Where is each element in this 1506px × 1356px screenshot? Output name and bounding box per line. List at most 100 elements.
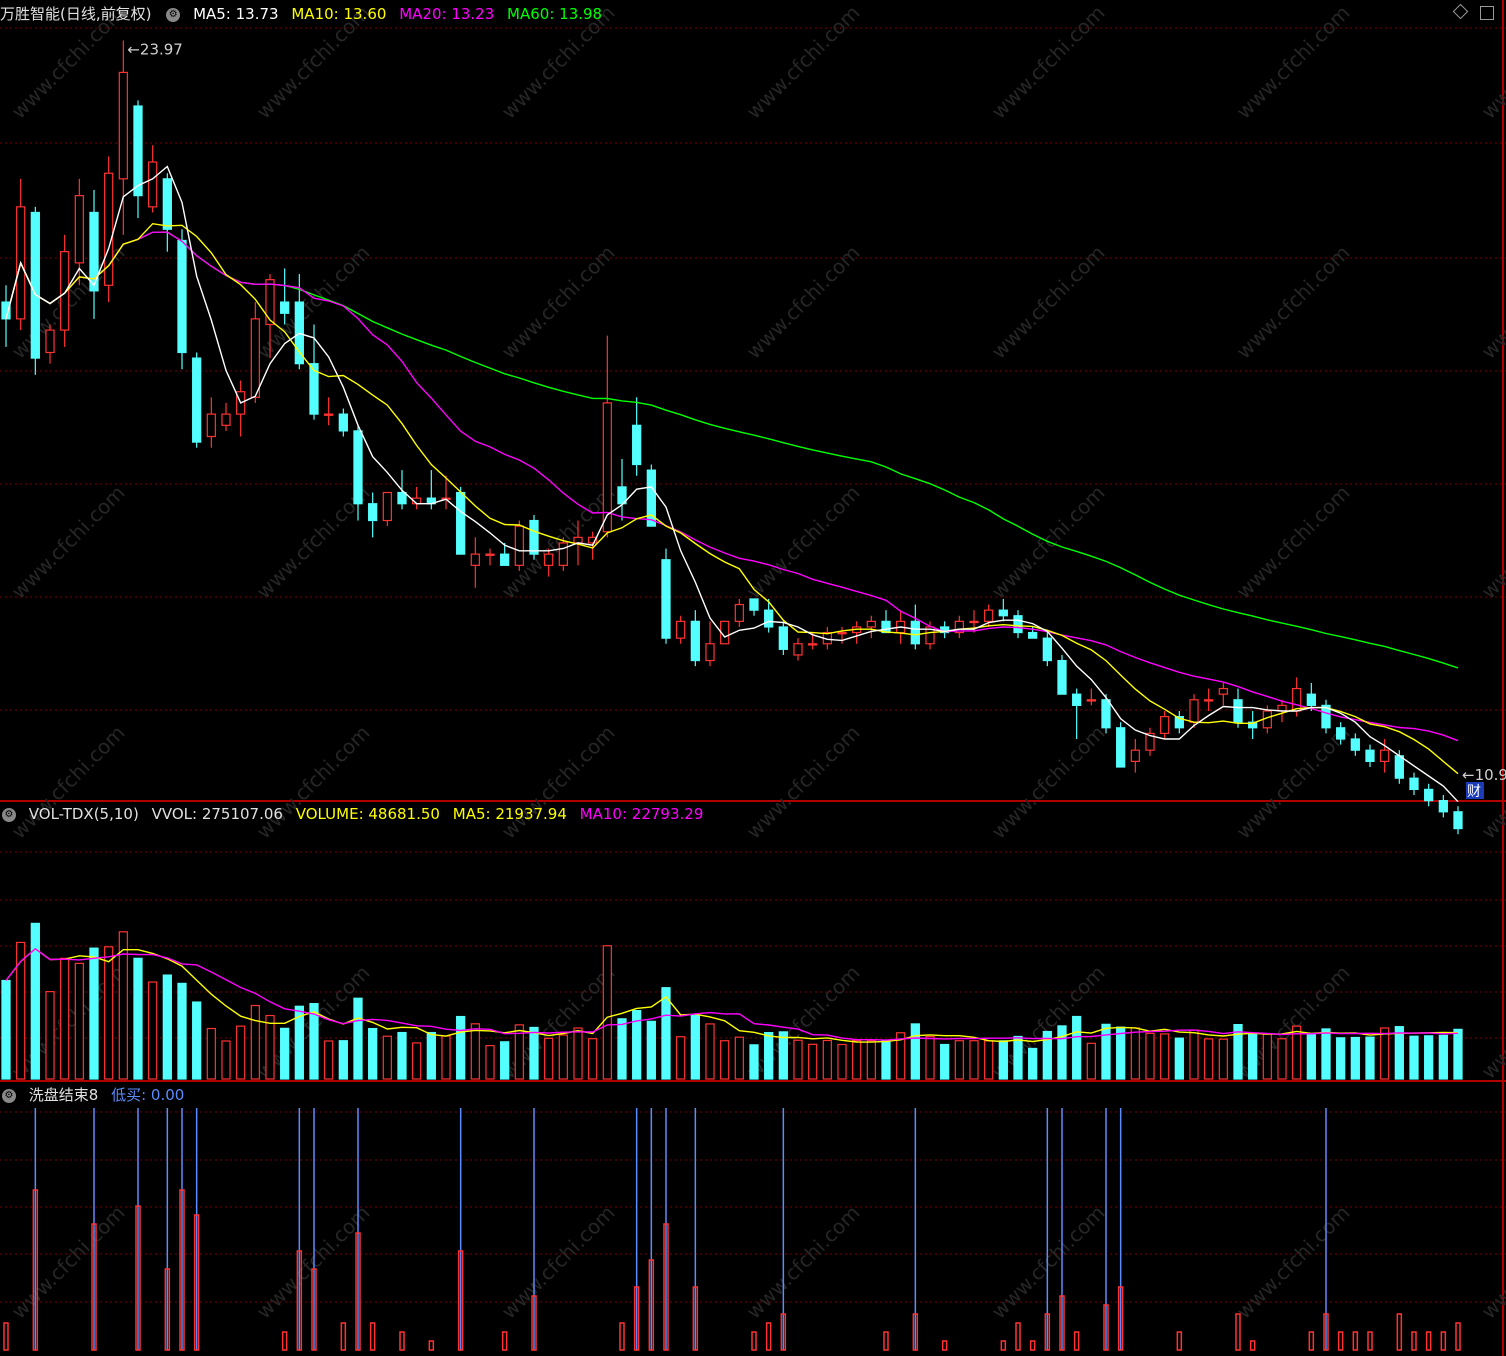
candle-body bbox=[749, 598, 759, 611]
volume-bar bbox=[30, 922, 40, 1080]
volume-bar bbox=[1424, 1035, 1434, 1080]
indicator-bar bbox=[1337, 1331, 1344, 1351]
volume-bar bbox=[866, 1040, 876, 1080]
volume-bar bbox=[1262, 1033, 1272, 1080]
legend-ma10: MA10: 13.60 bbox=[291, 5, 387, 23]
volume-bar bbox=[720, 1040, 730, 1080]
volume-bar bbox=[104, 946, 114, 1080]
volume-bar bbox=[1160, 1033, 1170, 1080]
indicator-bar bbox=[3, 1322, 9, 1351]
indicator-settings-icon[interactable]: ⚙ bbox=[2, 1088, 16, 1103]
volume-bar bbox=[456, 1015, 466, 1080]
candle-body bbox=[910, 620, 920, 645]
volume-bar bbox=[1409, 1035, 1419, 1080]
indicator-bar bbox=[941, 1340, 948, 1351]
indicator-bar bbox=[1411, 1331, 1417, 1351]
settings-icon[interactable]: ⚙ bbox=[166, 7, 181, 22]
candle-body bbox=[778, 626, 788, 650]
watermark-text: www.cfchi.com bbox=[742, 1201, 865, 1324]
indicator-bar bbox=[1440, 1331, 1447, 1351]
indicator-legend: ⚙ 洗盘结束8 低买: 0.00 bbox=[0, 1084, 192, 1106]
volume-bar bbox=[1350, 1036, 1360, 1080]
legend-ma5: MA5: 13.73 bbox=[193, 5, 279, 23]
candle-body bbox=[382, 491, 392, 522]
candle-body bbox=[265, 279, 275, 326]
watermark-text: www.cfchi.com bbox=[742, 481, 865, 604]
volume-bar bbox=[544, 1037, 554, 1080]
volume-bar bbox=[998, 1040, 1008, 1080]
candle-body bbox=[808, 643, 818, 646]
stock-chart[interactable]: www.cfchi.com www.cfchi.com www.cfchi.com w… bbox=[0, 0, 1506, 1356]
watermark-text: www.cfchi.com bbox=[1232, 1, 1355, 124]
volume-bar bbox=[822, 1039, 832, 1080]
volume-bar bbox=[1380, 1027, 1390, 1080]
candle-body bbox=[558, 542, 568, 566]
candle-body bbox=[368, 503, 378, 522]
volume-bar bbox=[1189, 1029, 1199, 1080]
volume-bar bbox=[1277, 1038, 1287, 1080]
candle-body bbox=[529, 519, 539, 555]
indicator-bar bbox=[883, 1331, 889, 1351]
candle-body bbox=[177, 239, 187, 354]
candle-body bbox=[1306, 693, 1316, 706]
volume-bar bbox=[558, 1034, 568, 1080]
indicator-bar bbox=[619, 1322, 625, 1351]
volume-bar bbox=[1028, 1047, 1038, 1080]
volume-bar bbox=[89, 947, 99, 1080]
volume-indicator-name: VOL-TDX(5,10) bbox=[28, 805, 139, 823]
candle-body bbox=[45, 329, 55, 354]
volume-bar bbox=[1438, 1034, 1448, 1080]
candle-body bbox=[1160, 715, 1170, 734]
candle-body bbox=[676, 620, 686, 639]
candle-body bbox=[1042, 637, 1052, 662]
volume-bar bbox=[16, 941, 26, 1080]
candle-body bbox=[1350, 738, 1360, 751]
volume-bar bbox=[412, 1042, 422, 1080]
candle-body bbox=[705, 643, 715, 662]
candle-body bbox=[485, 553, 495, 556]
ma10-line bbox=[5, 222, 1459, 775]
volume-settings-icon[interactable]: ⚙ bbox=[2, 807, 16, 822]
watermark-text: www.cfchi.com bbox=[1477, 241, 1506, 364]
candle-body bbox=[1116, 727, 1126, 768]
volume-bar bbox=[250, 1004, 260, 1080]
indicator-bar bbox=[1015, 1322, 1021, 1351]
candle-body bbox=[324, 413, 334, 416]
volume-bar bbox=[954, 1040, 964, 1080]
volume-legend: ⚙ VOL-TDX(5,10) VVOL: 275107.06 VOLUME: … bbox=[0, 803, 711, 825]
volume-bar bbox=[426, 1031, 436, 1080]
indicator-bar bbox=[765, 1322, 772, 1351]
candle-body bbox=[192, 357, 202, 443]
watermark-text: www.cfchi.com bbox=[7, 721, 130, 844]
indicator-bar bbox=[1425, 1331, 1432, 1351]
stock-name: 万胜智能 bbox=[0, 5, 61, 23]
candle-body bbox=[30, 211, 40, 359]
volume-bar bbox=[162, 974, 172, 1080]
maximize-icon[interactable] bbox=[1480, 6, 1494, 20]
volume-bar bbox=[852, 1039, 862, 1080]
volume-bar bbox=[573, 1027, 583, 1080]
candle-body bbox=[837, 631, 847, 635]
candle-body bbox=[1072, 693, 1082, 706]
volume-bar bbox=[368, 1027, 378, 1080]
candle-body bbox=[206, 413, 216, 438]
candle-body bbox=[1438, 800, 1448, 813]
candle-body bbox=[1380, 749, 1390, 762]
candle-body bbox=[544, 553, 554, 566]
candle-body bbox=[1057, 659, 1067, 695]
indicator-bar bbox=[1455, 1322, 1461, 1351]
volume-bar bbox=[148, 981, 158, 1080]
candle-body bbox=[338, 413, 348, 432]
candle-body bbox=[1365, 749, 1375, 762]
indicator-bar bbox=[1235, 1313, 1241, 1351]
volume-bar bbox=[206, 1027, 216, 1080]
indicator-bar bbox=[1352, 1331, 1359, 1351]
volume-bar bbox=[1145, 1032, 1155, 1080]
volume-bar bbox=[1204, 1038, 1214, 1080]
candle-body bbox=[353, 430, 363, 505]
candle-body bbox=[74, 195, 84, 264]
watermark-text: www.cfchi.com bbox=[987, 1, 1110, 124]
financial-report-badge-text: 财 bbox=[1467, 784, 1481, 800]
candle-body bbox=[1394, 755, 1404, 779]
candle-body bbox=[133, 105, 143, 197]
